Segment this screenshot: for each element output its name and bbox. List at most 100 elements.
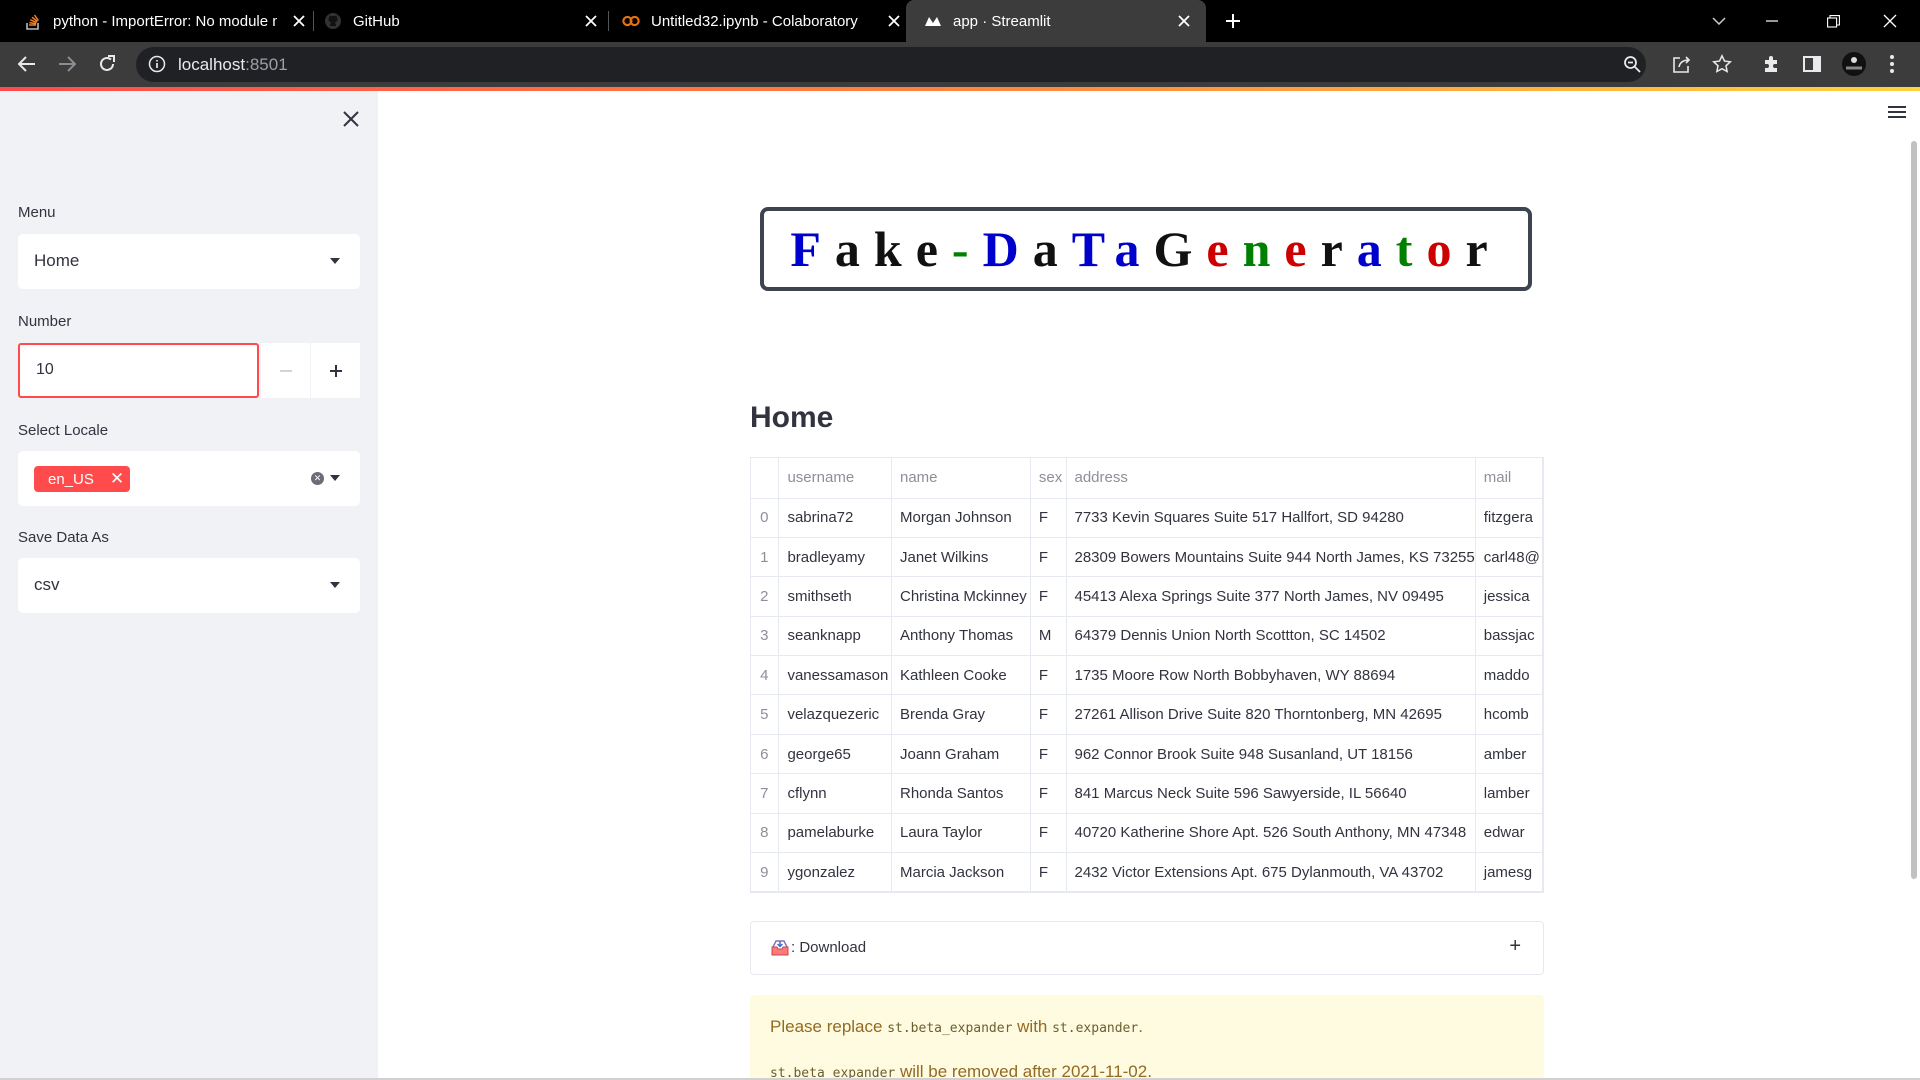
data-table[interactable]: username name sex address mail 0 sabrina72 Mor… [750, 457, 1544, 893]
table-cell[interactable]: F [1030, 694, 1067, 735]
column-header-sex[interactable]: sex [1030, 458, 1067, 499]
table-cell[interactable]: cflynn [778, 773, 892, 814]
restore-button[interactable] [1810, 0, 1856, 42]
table-cell[interactable]: vanessamason [778, 655, 892, 696]
extensions-button[interactable] [1756, 48, 1788, 80]
tab-search-button[interactable] [1696, 0, 1742, 42]
table-cell[interactable]: Morgan Johnson [891, 498, 1031, 538]
table-cell[interactable]: hcomb [1475, 694, 1543, 735]
zoom-icon[interactable] [1623, 55, 1641, 78]
row-index[interactable]: 1 [751, 537, 780, 578]
tab-streamlit[interactable]: app · Streamlit [906, 0, 1206, 42]
clear-all-icon[interactable]: ✕ [311, 472, 324, 485]
table-cell[interactable]: carl48@ [1475, 537, 1543, 578]
table-cell[interactable]: sabrina72 [778, 498, 892, 538]
side-panel-button[interactable] [1796, 48, 1828, 80]
table-cell[interactable]: amber [1475, 734, 1543, 775]
table-cell[interactable]: F [1030, 813, 1067, 854]
table-cell[interactable]: jamesg [1475, 852, 1543, 892]
chrome-menu-button[interactable] [1876, 48, 1908, 80]
table-cell[interactable]: velazquezeric [778, 694, 892, 735]
table-cell[interactable]: Rhonda Santos [891, 773, 1031, 814]
table-cell[interactable]: Kathleen Cooke [891, 655, 1031, 696]
increment-button[interactable] [311, 343, 360, 398]
decrement-button[interactable] [261, 343, 310, 398]
table-cell[interactable]: jessica [1475, 576, 1543, 617]
index-header[interactable] [751, 458, 780, 499]
reload-button[interactable] [91, 48, 123, 80]
table-cell[interactable]: Janet Wilkins [891, 537, 1031, 578]
forward-button[interactable] [51, 48, 83, 80]
back-button[interactable] [11, 48, 43, 80]
share-button[interactable] [1666, 48, 1698, 80]
table-cell[interactable]: F [1030, 734, 1067, 775]
row-index[interactable]: 7 [751, 773, 780, 814]
table-cell[interactable]: Anthony Thomas [891, 616, 1031, 657]
row-index[interactable]: 3 [751, 616, 780, 657]
table-cell[interactable]: george65 [778, 734, 892, 775]
column-header-mail[interactable]: mail [1475, 458, 1543, 499]
table-cell[interactable]: Marcia Jackson [891, 852, 1031, 892]
sidebar-close-button[interactable] [337, 105, 365, 133]
row-index[interactable]: 0 [751, 498, 780, 538]
table-cell[interactable]: 27261 Allison Drive Suite 820 Thorntonbe… [1066, 694, 1476, 735]
tab-github[interactable]: GitHub [324, 0, 600, 42]
table-cell[interactable]: edwar [1475, 813, 1543, 854]
table-cell[interactable]: 40720 Katherine Shore Apt. 526 South Ant… [1066, 813, 1476, 854]
table-cell[interactable]: pamelaburke [778, 813, 892, 854]
row-index[interactable]: 8 [751, 813, 780, 854]
locale-tag[interactable]: en_US ✕ [34, 466, 131, 492]
locale-multiselect[interactable]: en_US ✕ ✕ [18, 451, 360, 506]
table-cell[interactable]: F [1030, 655, 1067, 696]
table-cell[interactable]: lamber [1475, 773, 1543, 814]
table-cell[interactable]: 28309 Bowers Mountains Suite 944 North J… [1066, 537, 1476, 578]
minimize-button[interactable] [1749, 0, 1795, 42]
info-icon[interactable] [148, 55, 166, 78]
table-cell[interactable]: 962 Connor Brook Suite 948 Susanland, UT… [1066, 734, 1476, 775]
remove-tag-icon[interactable]: ✕ [110, 469, 124, 489]
row-index[interactable]: 4 [751, 655, 780, 696]
table-cell[interactable]: F [1030, 852, 1067, 892]
hamburger-menu-icon[interactable] [1885, 103, 1909, 127]
table-cell[interactable]: bassjac [1475, 616, 1543, 657]
expand-plus-icon[interactable]: + [1509, 935, 1521, 958]
bookmark-button[interactable] [1706, 48, 1738, 80]
close-icon[interactable] [1172, 9, 1196, 33]
column-header-username[interactable]: username [778, 458, 892, 499]
table-cell[interactable]: M [1030, 616, 1067, 657]
column-header-address[interactable]: address [1066, 458, 1476, 499]
table-cell[interactable]: 7733 Kevin Squares Suite 517 Hallfort, S… [1066, 498, 1476, 538]
table-cell[interactable]: F [1030, 576, 1067, 617]
close-icon[interactable] [579, 9, 603, 33]
table-cell[interactable]: 64379 Dennis Union North Scottton, SC 14… [1066, 616, 1476, 657]
table-cell[interactable]: seanknapp [778, 616, 892, 657]
table-cell[interactable]: 841 Marcus Neck Suite 596 Sawyerside, IL… [1066, 773, 1476, 814]
row-index[interactable]: 6 [751, 734, 780, 775]
table-cell[interactable]: smithseth [778, 576, 892, 617]
table-cell[interactable]: 45413 Alexa Springs Suite 377 North Jame… [1066, 576, 1476, 617]
tab-stackoverflow[interactable]: python - ImportError: No module named [24, 0, 305, 42]
window-close-button[interactable] [1867, 0, 1913, 42]
row-index[interactable]: 5 [751, 694, 780, 735]
table-cell[interactable]: Joann Graham [891, 734, 1031, 775]
scrollbar[interactable] [1911, 141, 1917, 879]
number-input[interactable]: 10 [18, 343, 259, 398]
table-cell[interactable]: Laura Taylor [891, 813, 1031, 854]
download-expander[interactable]: : Download + [750, 921, 1544, 975]
table-cell[interactable]: F [1030, 537, 1067, 578]
table-cell[interactable]: Christina Mckinney [891, 576, 1031, 617]
table-cell[interactable]: 1735 Moore Row North Bobbyhaven, WY 8869… [1066, 655, 1476, 696]
table-cell[interactable]: maddo [1475, 655, 1543, 696]
address-bar[interactable]: localhost:8501 [136, 47, 1646, 82]
menu-select[interactable]: Home [18, 234, 360, 289]
save-as-select[interactable]: csv [18, 558, 360, 613]
table-cell[interactable]: 2432 Victor Extensions Apt. 675 Dylanmou… [1066, 852, 1476, 892]
table-cell[interactable]: F [1030, 498, 1067, 538]
new-tab-button[interactable] [1211, 0, 1255, 42]
close-icon[interactable] [882, 9, 906, 33]
column-header-name[interactable]: name [891, 458, 1031, 499]
table-cell[interactable]: fitzgera [1475, 498, 1543, 538]
row-index[interactable]: 9 [751, 852, 780, 892]
table-cell[interactable]: bradleyamy [778, 537, 892, 578]
table-cell[interactable]: F [1030, 773, 1067, 814]
